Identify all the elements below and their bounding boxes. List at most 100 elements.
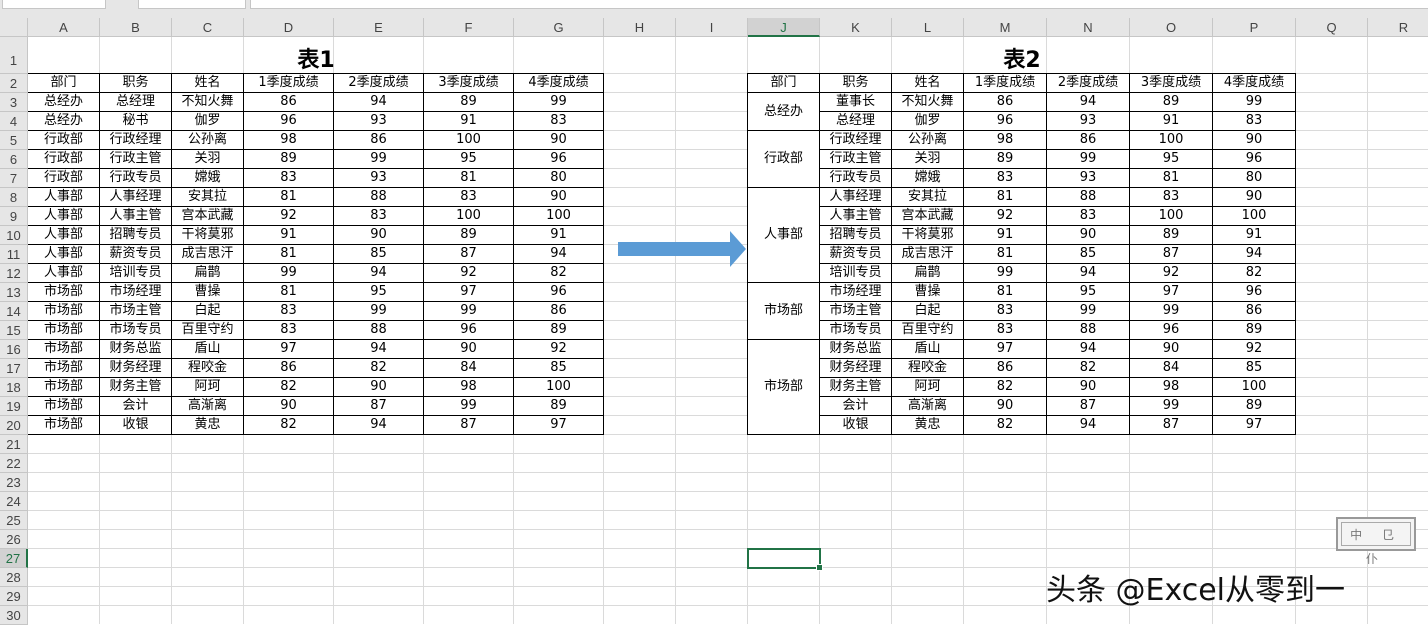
cell[interactable]: 88 [333, 320, 424, 340]
cell[interactable]: 91 [963, 225, 1047, 245]
cell[interactable]: 94 [1046, 339, 1130, 359]
column-header-E[interactable]: E [334, 18, 424, 37]
cell[interactable]: 总经办 [28, 111, 100, 131]
row-header-15[interactable]: 15 [0, 321, 28, 340]
cell[interactable]: 行政专员 [99, 168, 172, 188]
cell[interactable]: 行政主管 [99, 149, 172, 169]
cell[interactable]: 88 [333, 187, 424, 207]
cell[interactable]: 89 [963, 149, 1047, 169]
column-header-N[interactable]: N [1047, 18, 1130, 37]
cell[interactable]: 公孙离 [891, 130, 964, 150]
cell[interactable]: 99 [1212, 92, 1296, 112]
cell[interactable]: 秘书 [99, 111, 172, 131]
merged-dept-cell[interactable]: 总经办 [747, 92, 820, 131]
cell[interactable]: 86 [243, 92, 334, 112]
cell[interactable]: 3季度成绩 [423, 73, 514, 93]
column-header-M[interactable]: M [964, 18, 1047, 37]
worksheet-grid[interactable]: 表1 部门 职务 姓名 1季度成绩 2季度成绩 3季度成绩 4季度成绩 总经办 总经理 不知火舞 8… [28, 37, 1428, 624]
cell[interactable]: 97 [513, 415, 604, 435]
row-header-5[interactable]: 5 [0, 131, 28, 150]
cell[interactable]: 阿珂 [891, 377, 964, 397]
cell[interactable]: 成吉思汗 [171, 244, 244, 264]
cell[interactable]: 89 [1129, 225, 1213, 245]
cell[interactable]: 93 [1046, 111, 1130, 131]
row-header-29[interactable]: 29 [0, 587, 28, 606]
formula-input[interactable] [250, 0, 1428, 9]
cell[interactable]: 91 [1129, 111, 1213, 131]
cell[interactable]: 100 [423, 206, 514, 226]
cell[interactable]: 83 [963, 320, 1047, 340]
cell[interactable]: 89 [423, 92, 514, 112]
column-header-L[interactable]: L [892, 18, 964, 37]
cell[interactable]: 市场专员 [819, 320, 892, 340]
cell[interactable]: 95 [333, 282, 424, 302]
cell[interactable]: 91 [423, 111, 514, 131]
cell[interactable]: 92 [963, 206, 1047, 226]
column-header-F[interactable]: F [424, 18, 514, 37]
cell[interactable]: 1季度成绩 [963, 73, 1047, 93]
cell[interactable]: 99 [1129, 301, 1213, 321]
cell[interactable]: 94 [333, 92, 424, 112]
cell[interactable]: 80 [1212, 168, 1296, 188]
cell[interactable]: 87 [423, 415, 514, 435]
column-header-P[interactable]: P [1213, 18, 1296, 37]
cell[interactable]: 92 [1129, 263, 1213, 283]
cell[interactable]: 人事经理 [99, 187, 172, 207]
cell[interactable]: 行政经理 [819, 130, 892, 150]
cell[interactable]: 嫦娥 [171, 168, 244, 188]
row-header-16[interactable]: 16 [0, 340, 28, 359]
cell[interactable]: 90 [243, 396, 334, 416]
cell[interactable]: 财务总监 [99, 339, 172, 359]
cell[interactable]: 86 [963, 358, 1047, 378]
cell[interactable]: 87 [1046, 396, 1130, 416]
formula-buttons[interactable] [138, 0, 246, 9]
cell[interactable]: 90 [1212, 130, 1296, 150]
cell[interactable]: 会计 [819, 396, 892, 416]
cell[interactable]: 部门 [28, 73, 100, 93]
cell[interactable]: 94 [1046, 92, 1130, 112]
cell[interactable]: 82 [333, 358, 424, 378]
cell[interactable]: 94 [513, 244, 604, 264]
cell[interactable]: 96 [513, 282, 604, 302]
cell[interactable]: 89 [1129, 92, 1213, 112]
cell[interactable]: 不知火舞 [171, 92, 244, 112]
merged-dept-cell[interactable]: 市场部 [747, 339, 820, 435]
cell[interactable]: 职务 [819, 73, 892, 93]
column-header-J[interactable]: J [748, 18, 820, 37]
cell[interactable]: 82 [1212, 263, 1296, 283]
cell[interactable]: 总经理 [819, 111, 892, 131]
name-box[interactable] [2, 0, 106, 9]
cell[interactable]: 2季度成绩 [333, 73, 424, 93]
cell[interactable]: 宫本武藏 [171, 206, 244, 226]
row-header-13[interactable]: 13 [0, 283, 28, 302]
cell[interactable]: 培训专员 [819, 263, 892, 283]
cell[interactable]: 97 [243, 339, 334, 359]
column-header-H[interactable]: H [604, 18, 676, 37]
right-arrow-shape[interactable] [618, 229, 750, 269]
cell[interactable]: 90 [1046, 225, 1130, 245]
cell[interactable]: 94 [333, 339, 424, 359]
cell[interactable]: 99 [1129, 396, 1213, 416]
cell[interactable]: 干将莫邪 [171, 225, 244, 245]
column-header-Q[interactable]: Q [1296, 18, 1368, 37]
cell[interactable]: 高渐离 [891, 396, 964, 416]
cell[interactable]: 曹操 [891, 282, 964, 302]
cell[interactable]: 宫本武藏 [891, 206, 964, 226]
cell[interactable]: 83 [243, 320, 334, 340]
merged-dept-cell[interactable]: 市场部 [747, 282, 820, 340]
row-header-18[interactable]: 18 [0, 378, 28, 397]
cell[interactable]: 人事部 [28, 263, 100, 283]
column-header-D[interactable]: D [244, 18, 334, 37]
cell[interactable]: 100 [1129, 206, 1213, 226]
cell[interactable]: 88 [1046, 187, 1130, 207]
cell[interactable]: 95 [423, 149, 514, 169]
cell[interactable]: 人事主管 [99, 206, 172, 226]
cell[interactable]: 84 [423, 358, 514, 378]
cell[interactable]: 89 [513, 320, 604, 340]
column-header-A[interactable]: A [28, 18, 100, 37]
column-header-I[interactable]: I [676, 18, 748, 37]
cell[interactable]: 92 [243, 206, 334, 226]
selected-cell[interactable] [747, 548, 823, 571]
cell[interactable]: 98 [243, 130, 334, 150]
cell[interactable]: 98 [963, 130, 1047, 150]
